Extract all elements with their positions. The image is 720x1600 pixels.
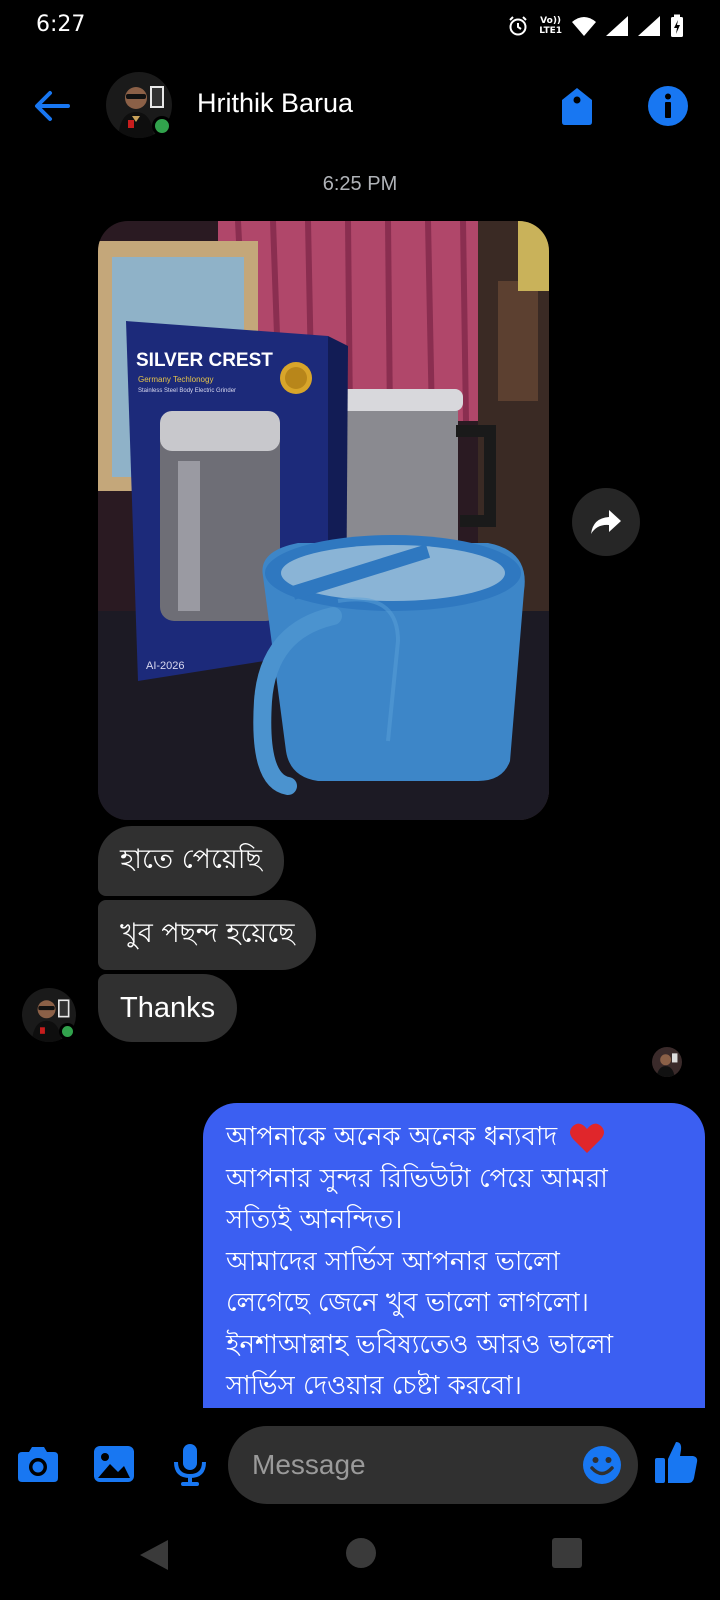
tag-icon[interactable] <box>556 84 598 128</box>
message-line: সত্যিই আনন্দিত। <box>226 1205 403 1235</box>
box-brand-text: SILVER CREST <box>136 350 273 371</box>
message-text: Thanks <box>120 991 216 1024</box>
outgoing-message[interactable]: আপনাকে অনেক অনেক ধন্যবাদ আপনার সুন্দর রি… <box>203 1103 705 1413</box>
box-model-text: AI-2026 <box>146 660 185 672</box>
message-line: ইনশাআল্লাহ ভবিষ্যতেও আরও ভালো <box>226 1329 614 1360</box>
alarm-icon <box>509 16 527 36</box>
nav-back-icon[interactable] <box>136 1536 172 1574</box>
box-subtitle-text: Stainless Steel Body Electric Grinder <box>138 388 236 394</box>
smiley-icon[interactable] <box>582 1445 622 1485</box>
message-text: হাতে পেয়েছি <box>120 843 262 875</box>
microphone-icon[interactable] <box>166 1440 214 1488</box>
message-input[interactable] <box>252 1426 552 1504</box>
message-line: লেগেছে জেনে খুব ভালো লাগলো। <box>226 1288 589 1318</box>
incoming-message[interactable]: Thanks <box>98 974 238 1042</box>
image-icon[interactable] <box>90 1440 138 1488</box>
message-text: খুব পছন্দ হয়েছে <box>120 917 295 949</box>
status-time: 6:27 <box>36 12 86 37</box>
photo-message[interactable]: SILVER CREST Germany Techlonogy Stainles… <box>98 221 549 820</box>
thumbs-up-icon[interactable] <box>652 1438 700 1486</box>
message-line: সার্ভিস দেওয়ার চেষ্টা করবো। <box>226 1371 522 1401</box>
message-input-box[interactable] <box>228 1426 638 1504</box>
battery-charging-icon <box>671 14 683 37</box>
nav-home-icon[interactable] <box>346 1538 376 1568</box>
status-bar: 6:27 Vo)) LTE1 <box>0 0 720 54</box>
contact-name[interactable]: Hrithik Barua <box>197 88 353 119</box>
info-icon[interactable] <box>646 84 690 128</box>
message-line: আপনার সুন্দর রিভিউটা পেয়ে আমরা <box>226 1163 608 1194</box>
signal-icon <box>606 16 628 36</box>
share-arrow-icon <box>591 510 621 534</box>
signal-icon-2 <box>638 16 660 36</box>
camera-icon[interactable] <box>14 1440 62 1488</box>
back-arrow-icon[interactable] <box>30 84 74 128</box>
box-tagline-text: Germany Techlonogy <box>138 375 213 384</box>
status-icons: Vo)) LTE1 <box>507 14 684 38</box>
chat-header: Hrithik Barua <box>0 66 720 146</box>
system-navigation-bar <box>0 1520 720 1600</box>
volte-indicator: Vo)) LTE1 <box>539 16 562 36</box>
seen-receipt-avatar <box>652 1047 682 1077</box>
message-line: আমাদের সার্ভিস আপনার ভালো <box>226 1246 560 1277</box>
message-line: আপনাকে অনেক অনেক ধন্যবাদ <box>226 1117 685 1159</box>
nav-recents-icon[interactable] <box>552 1538 582 1568</box>
red-heart-icon <box>570 1123 605 1153</box>
incoming-message[interactable]: হাতে পেয়েছি <box>98 826 284 896</box>
incoming-message[interactable]: খুব পছন্দ হয়েছে <box>98 900 317 970</box>
online-status-dot <box>59 1023 76 1040</box>
contact-avatar[interactable] <box>106 72 172 138</box>
messenger-chat-screen: 6:27 Vo)) LTE1 Hrithik Barua 6:25 PM SIL… <box>0 0 720 1600</box>
online-status-dot <box>152 116 172 136</box>
message-timestamp: 6:25 PM <box>322 173 398 195</box>
wifi-icon <box>572 17 596 36</box>
sender-avatar[interactable] <box>22 988 76 1042</box>
message-composer <box>0 1408 720 1520</box>
forward-share-button[interactable] <box>572 488 640 556</box>
